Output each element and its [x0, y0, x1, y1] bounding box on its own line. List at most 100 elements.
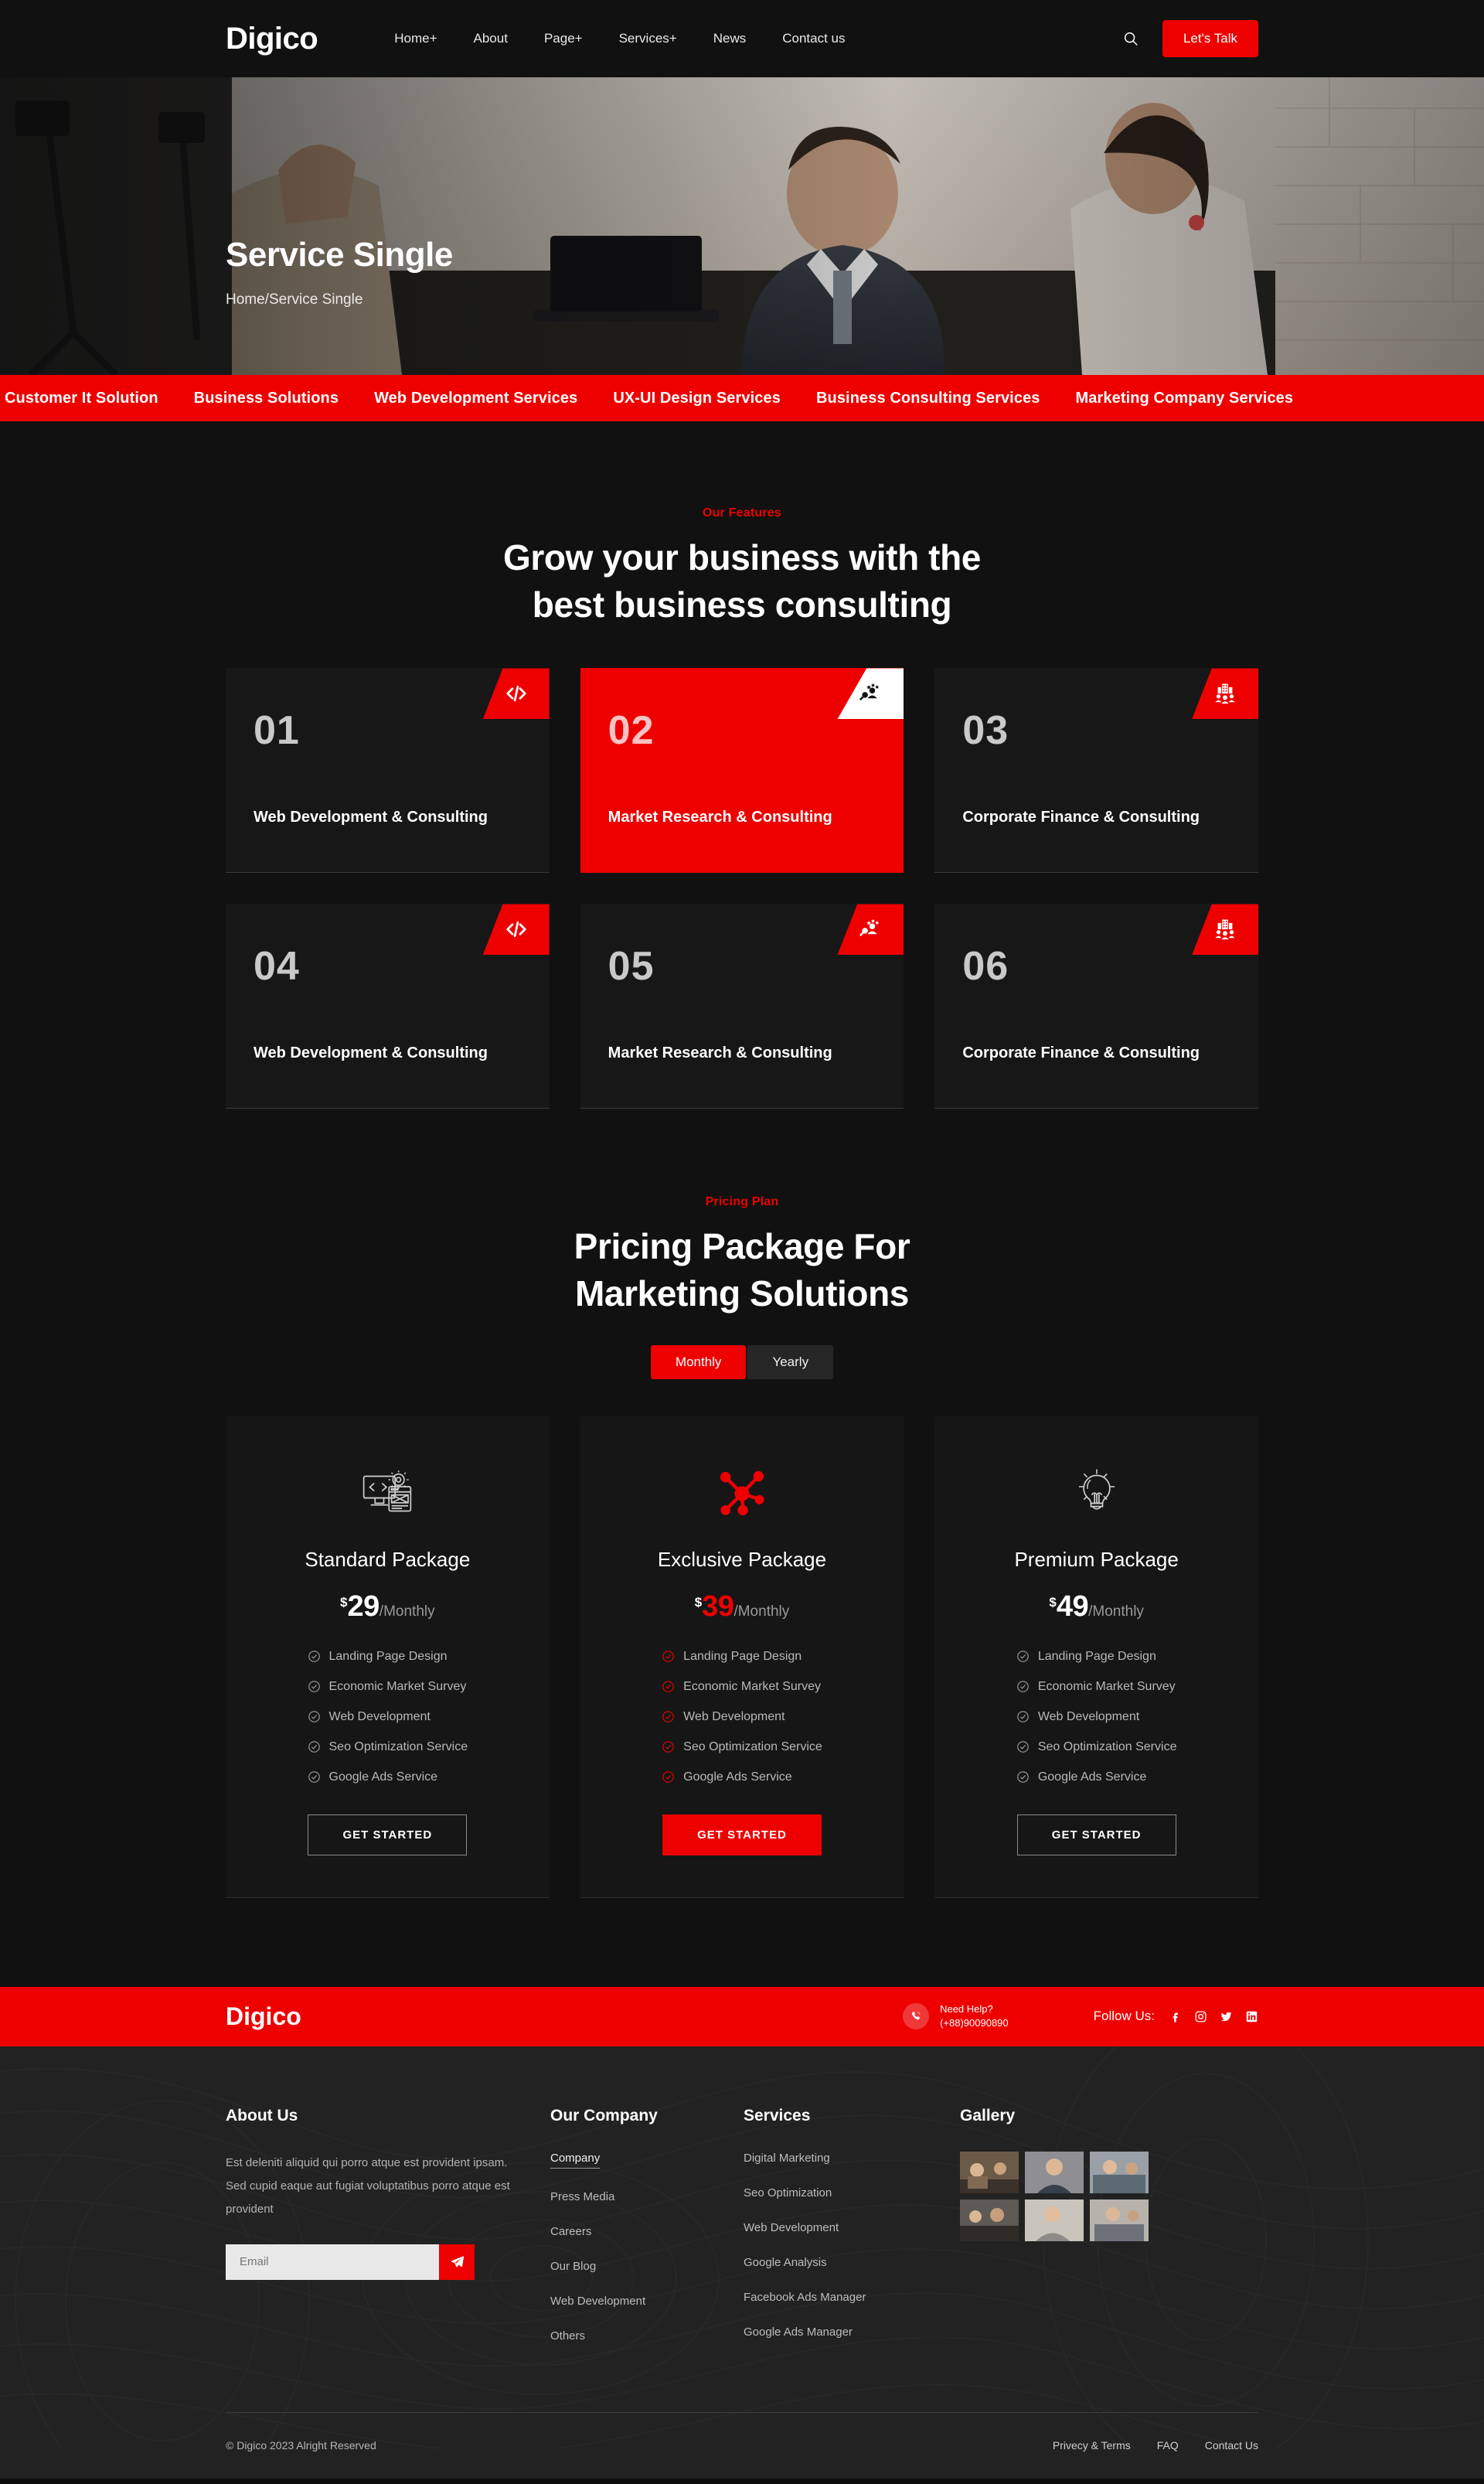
feature-cards: 01 Web Development & Consulting 02 Marke…: [226, 668, 1258, 1109]
breadcrumb[interactable]: Home/Service Single: [226, 291, 1258, 308]
footer-link-contact[interactable]: Contact Us: [1205, 2439, 1258, 2452]
plan-amount: 49: [1056, 1590, 1089, 1623]
footer-link-facebook-ads[interactable]: Facebook Ads Manager: [744, 2291, 866, 2304]
gallery-grid: [960, 2151, 1258, 2241]
gallery-thumb[interactable]: [960, 2199, 1019, 2241]
email-input[interactable]: [226, 2244, 439, 2280]
feature-title: Web Development & Consulting: [254, 809, 488, 826]
get-started-button-premium[interactable]: GET STARTED: [1016, 1814, 1176, 1855]
check-circle-icon: [308, 1651, 320, 1663]
site-header: Digico Home+ About Page+ Services+ News …: [0, 0, 1484, 77]
nav-item-home[interactable]: Home+: [394, 31, 437, 46]
footer-link-others[interactable]: Others: [550, 2329, 585, 2343]
nav-item-news[interactable]: News: [713, 31, 747, 46]
feature-card-02[interactable]: 02 Market Research & Consulting: [580, 668, 904, 874]
plan-currency: $: [694, 1594, 703, 1610]
plan-price: $ 29 /Monthly: [226, 1590, 550, 1624]
logo[interactable]: Digico: [226, 23, 318, 54]
web-design-icon: [226, 1461, 550, 1526]
ticker-item-6[interactable]: Marketing Company Services: [1076, 390, 1294, 407]
nav-item-page[interactable]: Page+: [544, 31, 583, 46]
billing-toggle: Monthly Yearly: [0, 1344, 1484, 1379]
feature-number: 02: [608, 708, 655, 754]
nav-item-services[interactable]: Services+: [619, 31, 677, 46]
market-research-icon: [837, 668, 904, 720]
footer-link-our-blog[interactable]: Our Blog: [550, 2260, 596, 2273]
footer-link-seo[interactable]: Seo Optimization: [744, 2186, 832, 2199]
feature-number: 05: [608, 944, 655, 990]
plan-feature-label: Economic Market Survey: [328, 1679, 467, 1693]
plan-feature-label: Economic Market Survey: [683, 1679, 822, 1693]
footer-link-faq[interactable]: FAQ: [1157, 2439, 1179, 2452]
need-help-block[interactable]: Need Help? (+88)90090890: [903, 2002, 1009, 2032]
plan-amount: 39: [702, 1590, 734, 1623]
hero-banner: Service Single Home/Service Single: [0, 77, 1484, 375]
gallery-thumb[interactable]: [1025, 2151, 1084, 2193]
send-icon[interactable]: [439, 2244, 475, 2280]
footer-content: About Us Est deleniti aliquid qui porro …: [226, 2046, 1258, 2364]
pricing-card-standard: Standard Package $ 29 /Monthly Landing P…: [226, 1416, 550, 1898]
plan-price: $ 39 /Monthly: [580, 1590, 904, 1624]
need-help-phone: (+88)90090890: [940, 2017, 1009, 2029]
plan-price: $ 49 /Monthly: [934, 1590, 1258, 1624]
nav-item-about[interactable]: About: [474, 31, 508, 46]
lightbulb-icon: [934, 1461, 1258, 1526]
feature-card-03[interactable]: 03 Corporate Finance & Consulting: [934, 668, 1258, 874]
ticker-item-1[interactable]: Customer It Solution: [5, 390, 158, 407]
get-started-button-exclusive[interactable]: GET STARTED: [662, 1814, 822, 1855]
feature-title: Market Research & Consulting: [608, 809, 832, 826]
plan-name: Standard Package: [305, 1547, 471, 1571]
features-title: Grow your business with the best busines…: [0, 534, 1484, 628]
footer-link-google-ads[interactable]: Google Ads Manager: [744, 2326, 853, 2339]
footer-logo[interactable]: Digico: [226, 2002, 301, 2031]
facebook-icon[interactable]: [1169, 2010, 1182, 2023]
gallery-thumb[interactable]: [1090, 2151, 1149, 2193]
get-started-button-standard[interactable]: GET STARTED: [308, 1814, 468, 1855]
feature-number: 04: [254, 944, 300, 990]
billing-monthly-button[interactable]: Monthly: [650, 1344, 747, 1379]
check-circle-icon: [662, 1681, 674, 1693]
ticker-item-5[interactable]: Business Consulting Services: [816, 390, 1040, 407]
pricing-title: Pricing Package For Marketing Solutions: [0, 1223, 1484, 1317]
site-footer: About Us Est deleniti aliquid qui porro …: [0, 2046, 1484, 2479]
plan-feature-label: Google Ads Service: [328, 1770, 438, 1784]
footer-bottom-bar: © Digico 2023 Alright Reserved Privecy &…: [226, 2411, 1258, 2479]
gallery-thumb[interactable]: [1090, 2199, 1149, 2241]
features-title-line1: Grow your business with the: [503, 537, 981, 578]
gallery-thumb[interactable]: [1025, 2199, 1084, 2241]
search-icon[interactable]: [1122, 30, 1139, 47]
feature-card-06[interactable]: 06 Corporate Finance & Consulting: [934, 904, 1258, 1109]
footer-link-digital-marketing[interactable]: Digital Marketing: [744, 2152, 830, 2165]
twitter-icon[interactable]: [1220, 2010, 1233, 2023]
check-circle-icon: [662, 1771, 674, 1784]
features-section: Our Features Grow your business with the…: [0, 421, 1484, 1109]
check-circle-icon: [308, 1771, 320, 1784]
feature-title: Corporate Finance & Consulting: [962, 1044, 1200, 1062]
plan-name: Exclusive Package: [657, 1547, 827, 1571]
feature-card-04[interactable]: 04 Web Development & Consulting: [226, 904, 550, 1109]
footer-link-google-analysis[interactable]: Google Analysis: [744, 2256, 827, 2269]
network-nodes-icon: [580, 1461, 904, 1526]
nav-item-contact[interactable]: Contact us: [782, 31, 845, 46]
ticker-item-4[interactable]: UX-UI Design Services: [613, 390, 781, 407]
footer-link-company[interactable]: Company: [550, 2152, 601, 2169]
footer-link-privacy[interactable]: Privecy & Terms: [1053, 2439, 1131, 2452]
ticker-item-2[interactable]: Business Solutions: [194, 390, 339, 407]
footer-link-web-dev[interactable]: Web Development: [550, 2295, 645, 2308]
linkedin-icon[interactable]: [1245, 2010, 1258, 2023]
page-root: Digico Home+ About Page+ Services+ News …: [0, 0, 1484, 2479]
footer-link-web-development[interactable]: Web Development: [744, 2221, 839, 2234]
footer-link-careers[interactable]: Careers: [550, 2225, 591, 2238]
plan-feature-label: Seo Optimization Service: [1037, 1739, 1177, 1753]
footer-company-column: Our Company Company Press Media Careers …: [550, 2107, 744, 2364]
feature-card-01[interactable]: 01 Web Development & Consulting: [226, 668, 550, 874]
billing-yearly-button[interactable]: Yearly: [747, 1344, 834, 1379]
footer-link-press-media[interactable]: Press Media: [550, 2190, 614, 2203]
plan-period: /Monthly: [379, 1603, 435, 1620]
ticker-item-3[interactable]: Web Development Services: [374, 390, 577, 407]
feature-card-05[interactable]: 05 Market Research & Consulting: [580, 904, 904, 1109]
gallery-thumb[interactable]: [960, 2151, 1019, 2193]
plan-currency: $: [1049, 1594, 1057, 1610]
instagram-icon[interactable]: [1194, 2010, 1207, 2023]
lets-talk-button[interactable]: Let's Talk: [1162, 20, 1258, 57]
